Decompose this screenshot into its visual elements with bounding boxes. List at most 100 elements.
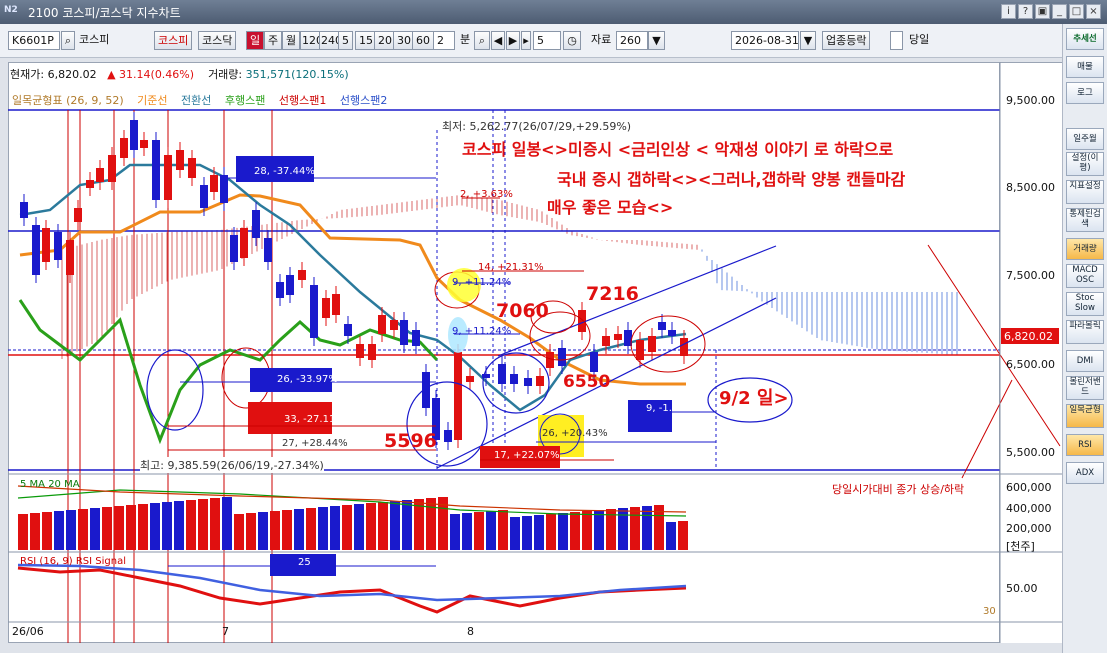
y-tick-6500: 6,500.00 <box>1006 358 1055 371</box>
zoom-icon[interactable]: ⌕ <box>474 31 490 50</box>
box-text-2: 26, -33.97% <box>277 374 338 385</box>
rsi-box-text: 25 <box>298 557 311 568</box>
volume-label: 거래량: <box>208 68 243 81</box>
sidebar-search[interactable]: 통제된검색 <box>1066 208 1104 232</box>
unit-input[interactable]: 2 <box>433 31 455 50</box>
x-label-jul: 7 <box>222 625 229 638</box>
sidebar-volume[interactable]: 거래량 <box>1066 238 1104 260</box>
legend-lagging-span: 후행스팬 <box>224 94 266 107</box>
indicator-legend: 일목균형표 (26, 9, 52) 기준선 전환선 후행스팬 선행스팬1 선행스… <box>12 92 397 108</box>
label-6550: 6550 <box>563 372 611 392</box>
end-icon[interactable]: ▸ <box>521 31 531 50</box>
box-text-3: 33, -27.11% <box>284 414 345 425</box>
low-annotation: 최저: 5,262.77(26/07/29,+29.59%) <box>442 120 632 133</box>
data-label: 자료 <box>591 33 612 46</box>
box-text-1: 28, -37.44% <box>254 166 315 177</box>
window-title: 2100 코스피/코스닥 지수차트 <box>28 6 181 20</box>
volume-value: 351,571(120.15%) <box>245 68 349 81</box>
x-label-jun: 26/06 <box>12 625 44 638</box>
vol-tick-200k: 200,000 <box>1006 522 1052 535</box>
maximize-icon[interactable]: □ <box>1069 4 1084 19</box>
legend-ichimoku: 일목균형표 (26, 9, 52) <box>12 94 124 107</box>
box-text-7: 9, -1.80% <box>646 403 695 414</box>
sidebar-adx[interactable]: ADX <box>1066 462 1104 484</box>
sidebar-period[interactable]: 일주월 <box>1066 128 1104 150</box>
box-text-6: 26, +20.43% <box>542 428 608 439</box>
sidebar-rsi[interactable]: RSI <box>1066 434 1104 456</box>
price-info: 현재가: 6,820.02 ▲ 31.14(0.46%) 거래량: 351,57… <box>10 66 349 82</box>
app-logo: N2 <box>4 5 18 15</box>
box-text-8: 2, +3.63% <box>460 189 513 200</box>
box-text-9: 14, +21.31% <box>478 262 544 273</box>
date-input[interactable]: 2026-08-31 <box>731 31 799 50</box>
sidebar-supply[interactable]: 매물 <box>1066 56 1104 78</box>
minimize-icon[interactable]: _ <box>1052 4 1067 19</box>
legend-leading-span2: 선행스팬2 <box>339 94 388 107</box>
legend-conversion-line: 전환선 <box>181 94 212 107</box>
period-month[interactable]: 월 <box>282 31 301 50</box>
date-note: 9/2 일> <box>719 388 789 409</box>
vol-unit: [천주] <box>1006 540 1035 553</box>
restore-icon[interactable]: ▣ <box>1035 4 1050 19</box>
sidebar-indicator-settings[interactable]: 지표설정 <box>1066 180 1104 204</box>
vol-tick-600k: 600,000 <box>1006 481 1052 494</box>
next-icon[interactable]: ▶ <box>506 31 520 50</box>
title-bar: N2 2100 코스피/코스닥 지수차트 i ? ▣ _ □ × <box>0 0 1107 24</box>
close-icon[interactable]: × <box>1086 4 1101 19</box>
calendar-chevron-icon[interactable]: ▼ <box>800 31 816 50</box>
info-icon[interactable]: i <box>1001 4 1016 19</box>
code-input[interactable]: K6601P <box>8 31 60 50</box>
sidebar-parabolic[interactable]: 파라볼릭 <box>1066 320 1104 344</box>
y-tick-9500: 9,500.00 <box>1006 94 1055 107</box>
vol-tick-400k: 400,000 <box>1006 502 1052 515</box>
window-buttons: i ? ▣ _ □ × <box>1001 4 1101 19</box>
tab-kospi[interactable]: 코스피 <box>154 31 193 50</box>
rsi-legend: RSI (16, 9) RSI Signal <box>20 556 126 567</box>
rsi-tick-50: 50.00 <box>1006 582 1038 595</box>
current-price: 6,820.02 <box>47 68 97 81</box>
sidebar-dmi[interactable]: DMI <box>1066 350 1104 372</box>
box-text-11: 9, +11.24% <box>452 326 512 337</box>
sidebar-bollinger[interactable]: 볼린저밴드 <box>1066 376 1104 400</box>
sector-button[interactable]: 업종등락 <box>822 31 871 50</box>
label-7216: 7216 <box>586 283 639 305</box>
price-label: 현재가: <box>10 68 45 81</box>
comment-line-2: 국내 증시 갭하락<><그러나,갭하락 양봉 캔들마감 <box>557 170 906 189</box>
toolbar: K6601P ⌕ 코스피 코스피 코스닥 일 주 월 120 240 5 15 … <box>0 24 1062 58</box>
tab-kosdaq[interactable]: 코스닥 <box>198 31 237 50</box>
comment-line-1: 코스피 일봉<>미증시 <금리인상 < 악재성 이야기 로 하락으로 <box>462 140 894 159</box>
comment-line-3: 매우 좋은 모습<> <box>547 198 674 217</box>
sidebar-macd[interactable]: MACD OSC <box>1066 264 1104 288</box>
up-arrow-icon: ▲ <box>107 68 116 81</box>
x-label-aug: 8 <box>467 625 474 638</box>
box-text-5: 17, +22.07% <box>494 450 560 461</box>
period-60[interactable]: 60 <box>412 31 434 50</box>
price-change: 31.14(0.46%) <box>119 68 195 81</box>
data-count-input[interactable]: 260 <box>616 31 648 50</box>
indicator-sidebar: 추세선 매물 로그 일주월 설정(이평) 지표설정 통제된검색 거래량 MACD… <box>1062 24 1107 653</box>
unit-label: 분 <box>460 33 471 46</box>
sidebar-stochastic[interactable]: Stoc Slow <box>1066 292 1104 316</box>
sidebar-ichimoku[interactable]: 일목균형 <box>1066 404 1104 428</box>
help-icon[interactable]: ? <box>1018 4 1033 19</box>
today-checkbox[interactable] <box>890 31 903 50</box>
chevron-down-icon[interactable]: ▼ <box>648 31 665 50</box>
clock-icon[interactable]: ◷ <box>563 31 581 50</box>
today-label: 당일 <box>909 33 930 46</box>
step-input[interactable]: 5 <box>533 31 561 50</box>
period-5[interactable]: 5 <box>338 31 353 50</box>
label-5596: 5596 <box>384 430 437 452</box>
sidebar-ma-settings[interactable]: 설정(이평) <box>1066 152 1104 176</box>
search-icon[interactable]: ⌕ <box>61 31 75 50</box>
high-annotation: 최고: 9,385.59(26/06/19,-27.34%) <box>140 457 324 473</box>
legend-leading-span1: 선행스팬1 <box>278 94 327 107</box>
sidebar-log[interactable]: 로그 <box>1066 82 1104 104</box>
prev-icon[interactable]: ◀ <box>491 31 505 50</box>
period-day[interactable]: 일 <box>246 31 265 50</box>
y-tick-7500: 7,500.00 <box>1006 269 1055 282</box>
label-7060: 7060 <box>496 300 549 322</box>
box-text-4: 27, +28.44% <box>282 438 348 449</box>
sidebar-trendline[interactable]: 추세선 <box>1066 28 1104 50</box>
ma-legend: 5 MA 20 MA <box>20 479 80 490</box>
period-week[interactable]: 주 <box>264 31 283 50</box>
